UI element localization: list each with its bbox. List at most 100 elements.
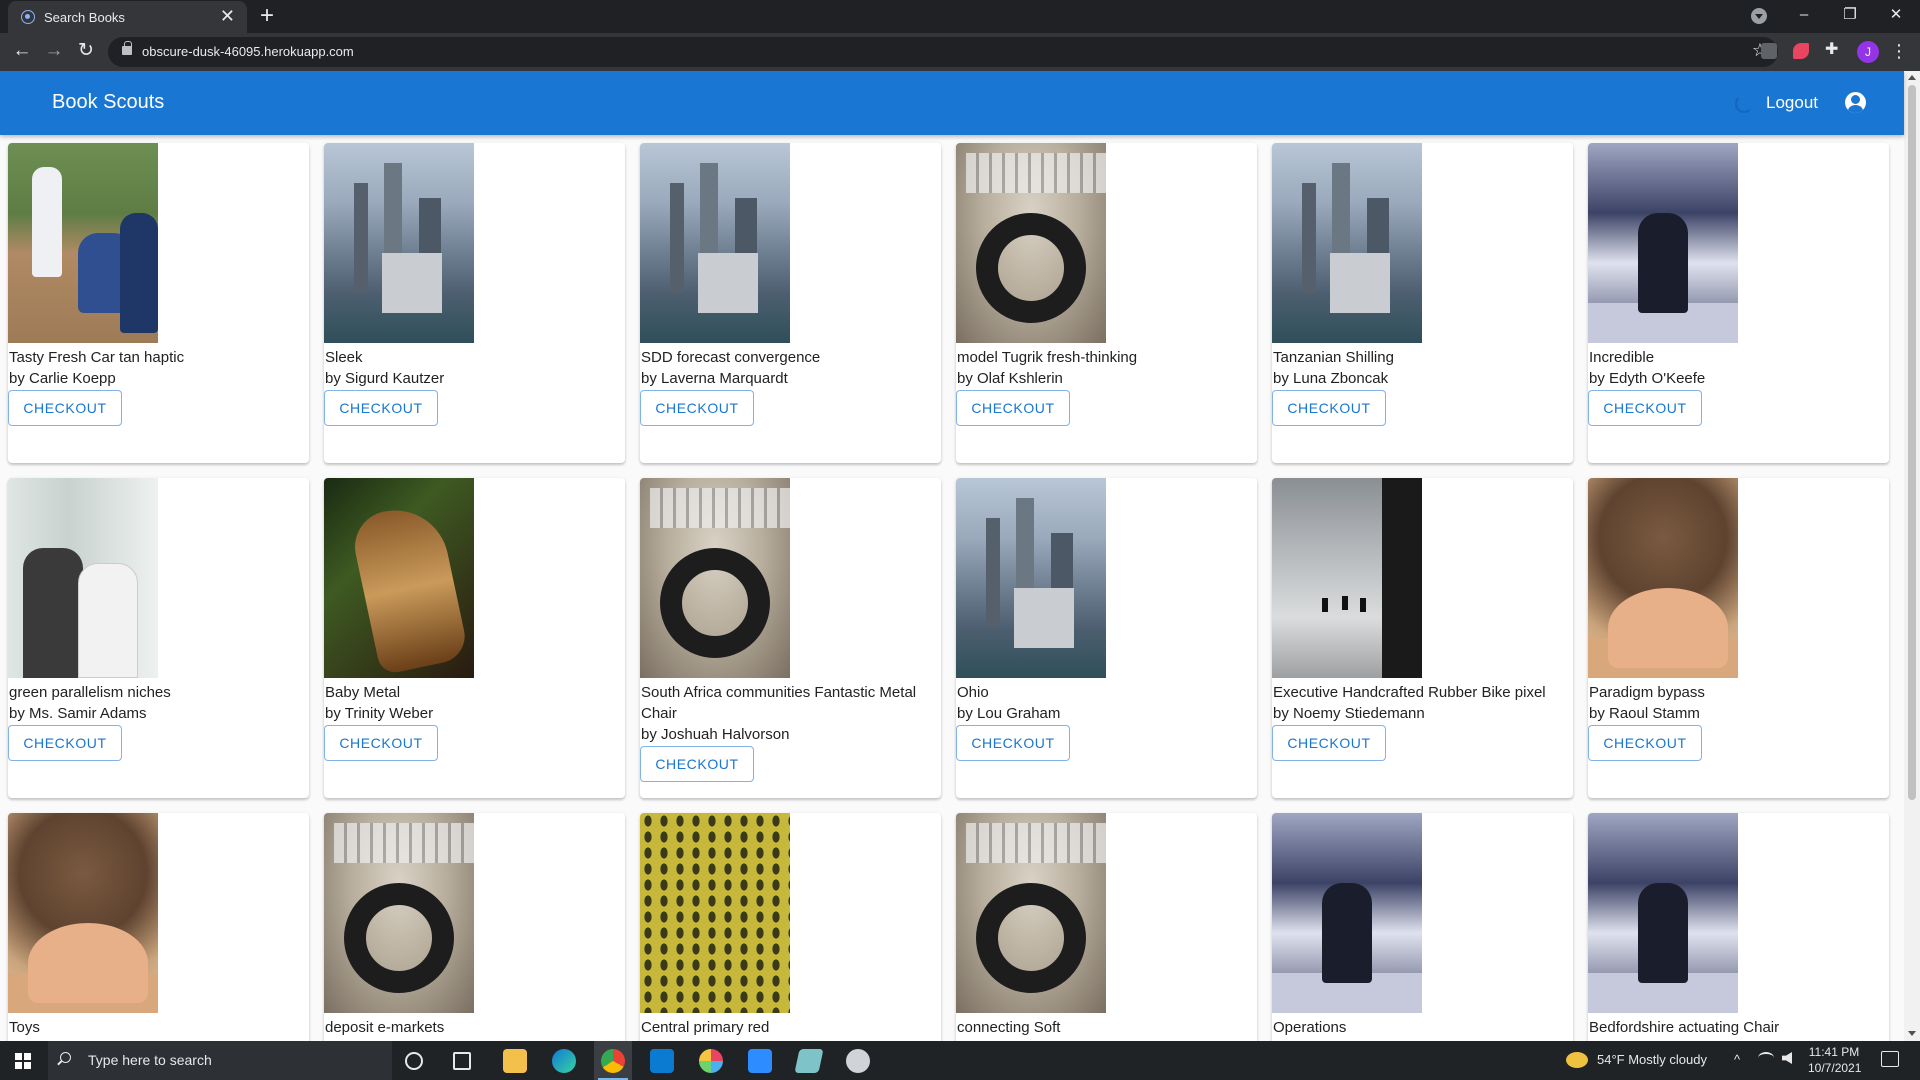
taskbar-search[interactable]: Type here to search xyxy=(48,1041,392,1080)
book-author: by Raoul Stamm xyxy=(1589,705,1700,722)
book-author: by Carlie Koepp xyxy=(9,370,116,387)
book-author: by Joshuah Halvorson xyxy=(641,726,790,743)
book-card: Tanzanian Shilling by Luna Zboncak CHECKOU… xyxy=(1272,143,1573,463)
book-title: Central primary red xyxy=(641,1019,770,1036)
weather-cloud-icon[interactable] xyxy=(1566,1052,1588,1068)
back-button[interactable]: ← xyxy=(10,40,34,62)
browser-tab-strip: Search Books ✕ + – ❐ ✕ xyxy=(0,0,1920,33)
book-cover-image xyxy=(8,143,158,343)
scrollbar[interactable] xyxy=(1904,71,1920,1041)
address-bar[interactable]: obscure-dusk-46095.herokuapp.com ☆ xyxy=(108,37,1778,67)
extension-icon[interactable] xyxy=(1761,43,1777,59)
book-card: Paradigm bypass by Raoul Stamm CHECKOUT xyxy=(1588,478,1889,798)
slack-icon[interactable] xyxy=(699,1049,723,1073)
book-cover-image xyxy=(324,143,474,343)
checkout-button[interactable]: CHECKOUT xyxy=(8,725,122,761)
book-cover-image xyxy=(1588,813,1738,1013)
checkout-button[interactable]: CHECKOUT xyxy=(1588,725,1702,761)
task-view-icon[interactable] xyxy=(453,1052,471,1070)
book-title: Toys xyxy=(9,1019,40,1036)
book-card: Executive Handcrafted Rubber Bike pixel b… xyxy=(1272,478,1573,798)
reload-button[interactable]: ↻ xyxy=(74,40,98,62)
checkout-button[interactable]: CHECKOUT xyxy=(1272,390,1386,426)
weather-text[interactable]: 54°F Mostly cloudy xyxy=(1597,1052,1707,1067)
account-circle-icon[interactable] xyxy=(1845,92,1866,113)
react-favicon-icon xyxy=(21,10,35,24)
book-card: Operations xyxy=(1272,813,1573,1041)
book-card: Bedfordshire actuating Chair xyxy=(1588,813,1889,1041)
logout-button[interactable]: Logout xyxy=(1766,93,1818,113)
book-author: by Sigurd Kautzer xyxy=(325,370,445,387)
notes-icon[interactable] xyxy=(794,1049,824,1073)
book-card: model Tugrik fresh-thinking by Olaf Kshle… xyxy=(956,143,1257,463)
scrollbar-thumb[interactable] xyxy=(1908,85,1916,800)
book-title: Bedfordshire actuating Chair xyxy=(1589,1019,1780,1036)
clock-time: 11:41 PM xyxy=(1808,1045,1860,1059)
forward-button[interactable]: → xyxy=(42,40,66,62)
checkout-button[interactable]: CHECKOUT xyxy=(1272,725,1386,761)
file-explorer-icon[interactable] xyxy=(503,1049,527,1073)
browser-toolbar: ← → ↻ obscure-dusk-46095.herokuapp.com ☆… xyxy=(0,33,1920,71)
checkout-button[interactable]: CHECKOUT xyxy=(1588,390,1702,426)
search-icon xyxy=(60,1052,71,1063)
book-card: South Africa communities Fantastic Metal… xyxy=(640,478,941,798)
scroll-down-arrow-icon[interactable] xyxy=(1908,1031,1916,1036)
chrome-icon[interactable] xyxy=(601,1049,625,1073)
profile-avatar[interactable]: J xyxy=(1857,41,1879,63)
page-viewport: Book Scouts Logout Tasty Fresh Car tan h… xyxy=(0,71,1920,1041)
taskbar-search-placeholder[interactable]: Type here to search xyxy=(88,1052,212,1068)
system-clock[interactable]: 11:41 PM 10/7/2021 xyxy=(1808,1044,1861,1076)
volume-icon[interactable] xyxy=(1782,1052,1792,1064)
restore-button[interactable]: ❐ xyxy=(1838,5,1862,25)
close-window-button[interactable]: ✕ xyxy=(1884,5,1908,25)
book-cover-image xyxy=(1272,143,1422,343)
book-card: Incredible by Edyth O'Keefe CHECKOUT xyxy=(1588,143,1889,463)
paint-icon[interactable] xyxy=(846,1049,870,1073)
book-title: Baby Metal xyxy=(325,684,401,701)
puzzle-icon[interactable]: ✚ xyxy=(1825,42,1841,58)
book-cover-image xyxy=(324,478,474,678)
chrome-menu-icon[interactable]: ⋮ xyxy=(1890,40,1908,62)
book-title: Executive Handcrafted Rubber Bike pixel xyxy=(1273,684,1546,701)
checkout-button[interactable]: CHECKOUT xyxy=(640,746,754,782)
book-title: South Africa communities Fantastic Metal… xyxy=(641,684,917,722)
book-author: by Olaf Kshlerin xyxy=(957,370,1063,387)
zoom-icon[interactable] xyxy=(748,1049,772,1073)
url-text[interactable]: obscure-dusk-46095.herokuapp.com xyxy=(142,44,354,59)
windows-start-icon[interactable] xyxy=(15,1053,31,1069)
browser-tab[interactable]: Search Books ✕ xyxy=(8,1,247,33)
scroll-up-arrow-icon[interactable] xyxy=(1908,75,1916,80)
notification-icon[interactable] xyxy=(1881,1051,1899,1067)
checkout-button[interactable]: CHECKOUT xyxy=(956,725,1070,761)
tab-title: Search Books xyxy=(44,10,125,25)
book-author: by Lou Graham xyxy=(957,705,1061,722)
vscode-icon[interactable] xyxy=(650,1049,674,1073)
tab-close-icon[interactable]: ✕ xyxy=(220,7,235,25)
book-card: Sleek by Sigurd Kautzer CHECKOUT xyxy=(324,143,625,463)
wifi-icon[interactable] xyxy=(1758,1052,1774,1064)
book-cover-image xyxy=(1588,478,1738,678)
book-cover-image xyxy=(956,478,1106,678)
book-grid: Tasty Fresh Car tan haptic by Carlie Koep… xyxy=(8,143,1889,1041)
book-cover-image xyxy=(640,143,790,343)
checkout-button[interactable]: CHECKOUT xyxy=(640,390,754,426)
extension-record-icon[interactable] xyxy=(1793,43,1809,59)
book-title: connecting Soft xyxy=(957,1019,1061,1036)
book-card: Toys xyxy=(8,813,309,1041)
checkout-button[interactable]: CHECKOUT xyxy=(324,725,438,761)
minimize-button[interactable]: – xyxy=(1792,5,1816,25)
checkout-button[interactable]: CHECKOUT xyxy=(324,390,438,426)
brand-title[interactable]: Book Scouts xyxy=(52,91,164,114)
new-tab-button[interactable]: + xyxy=(260,3,274,29)
checkout-button[interactable]: CHECKOUT xyxy=(8,390,122,426)
windows-taskbar: Type here to search 54°F Mostly cloudy ^… xyxy=(0,1041,1920,1080)
cortana-icon[interactable] xyxy=(405,1052,423,1070)
lock-icon[interactable] xyxy=(122,41,132,55)
book-author: by Luna Zboncak xyxy=(1273,370,1389,387)
edge-icon[interactable] xyxy=(552,1049,576,1073)
tab-search-icon[interactable] xyxy=(1751,8,1767,24)
book-card: SDD forecast convergence by Laverna Marqu… xyxy=(640,143,941,463)
book-title: model Tugrik fresh-thinking xyxy=(957,349,1138,366)
checkout-button[interactable]: CHECKOUT xyxy=(956,390,1070,426)
tray-chevron-icon[interactable]: ^ xyxy=(1734,1052,1740,1067)
